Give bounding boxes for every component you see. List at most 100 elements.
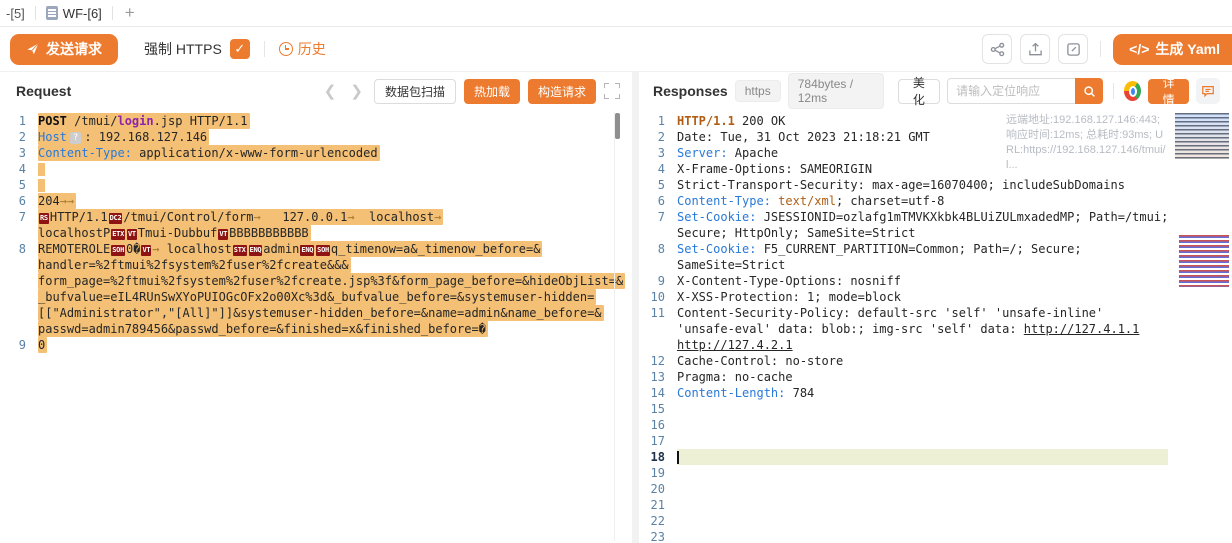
next-request-button[interactable]: ❯ (347, 84, 366, 99)
request-line[interactable]: 3Content-Type: application/x-www-form-ur… (0, 145, 632, 161)
details-button[interactable]: 详情 (1148, 79, 1189, 104)
response-line[interactable]: 9X-Content-Type-Options: nosniff (639, 273, 1168, 289)
request-line[interactable]: 6204→→ (0, 193, 632, 209)
response-line[interactable]: 15 (639, 401, 1168, 417)
control-char-badge: VT (141, 245, 151, 256)
tab-previous[interactable]: -[5] (0, 6, 35, 21)
search-box (947, 78, 1103, 104)
code-token: 127.0.0.1 (261, 210, 348, 224)
code-text: RSHTTP/1.1DC2/tmui/Control/form→ 127.0.0… (38, 209, 632, 225)
line-number: 3 (0, 145, 38, 161)
line-number: 7 (639, 209, 677, 225)
request-line[interactable]: 7RSHTTP/1.1DC2/tmui/Control/form→ 127.0.… (0, 209, 632, 225)
response-line[interactable]: 17 (639, 433, 1168, 449)
code-token: X-Content-Type-Options: nosniff (677, 274, 901, 288)
request-line[interactable]: passwd=admin789456&passwd_before=&finish… (0, 321, 632, 337)
code-text: 204→→ (38, 193, 632, 209)
panel-splitter[interactable] (632, 72, 639, 543)
force-https-checkbox[interactable]: ✓ (230, 39, 250, 59)
request-scrollbar-thumb[interactable] (615, 113, 620, 139)
control-char-badge: ETX (111, 229, 125, 240)
minimap[interactable] (1173, 110, 1231, 543)
history-button[interactable]: 历史 (279, 39, 326, 59)
response-line[interactable]: 16 (639, 417, 1168, 433)
response-line[interactable]: 8Set-Cookie: F5_CURRENT_PARTITION=Common… (639, 241, 1168, 257)
send-request-button[interactable]: 发送请求 (10, 34, 118, 65)
request-line[interactable]: 4 (0, 161, 632, 177)
generate-yaml-button[interactable]: </> 生成 Yaml (1113, 34, 1232, 65)
request-header: Request ❮ ❯ 数据包扫描 热加载 构造请求 (0, 72, 632, 110)
hot-reload-button[interactable]: 热加载 (464, 79, 520, 104)
request-line[interactable]: 5 (0, 177, 632, 193)
response-meta-info: 远端地址:192.168.127.146:443; 响应时间:12ms; 总耗时… (1006, 113, 1166, 173)
response-line[interactable]: 6Content-Type: text/xml; charset=utf-8 (639, 193, 1168, 209)
request-line[interactable]: form_page=%2ftmui%2fsystem%2fuser%2fcrea… (0, 273, 632, 289)
code-text: passwd=admin789456&passwd_before=&finish… (38, 321, 632, 337)
search-input[interactable] (947, 78, 1075, 104)
response-header: Responses https 784bytes / 12ms 美化 详情 (639, 72, 1232, 110)
line-number: 15 (639, 401, 677, 417)
response-line[interactable]: 13Pragma: no-cache (639, 369, 1168, 385)
control-char-badge: SOH (111, 245, 125, 256)
request-line[interactable]: localhostPETXVTTmui-DubbufVTBBBBBBBBBBB (0, 225, 632, 241)
response-line[interactable]: 22 (639, 513, 1168, 529)
code-text: 'unsafe-eval' data: blob:; img-src 'self… (677, 321, 1168, 337)
new-tab-button[interactable]: + (113, 3, 147, 23)
code-token: text/xml (778, 194, 836, 208)
response-line[interactable]: 7Set-Cookie: JSESSIONID=ozlafg1mTMVKXkbk… (639, 209, 1168, 225)
tab-active-wf6[interactable]: WF-[6] (36, 6, 112, 21)
request-line[interactable]: handler=%2ftmui%2fsystem%2fuser%2fcreate… (0, 257, 632, 273)
code-token: q_timenow=a&_timenow_before=& (331, 242, 541, 256)
line-number: 1 (639, 113, 677, 129)
prev-request-button[interactable]: ❮ (321, 84, 340, 99)
response-line[interactable]: SameSite=Strict (639, 257, 1168, 273)
history-label: 历史 (298, 39, 326, 59)
export-button[interactable] (1020, 34, 1050, 64)
response-line[interactable]: 20 (639, 481, 1168, 497)
comment-button[interactable] (1196, 78, 1220, 104)
response-editor[interactable]: 1HTTP/1.1 200 OK2Date: Tue, 31 Oct 2023 … (639, 110, 1232, 543)
response-panel: Responses https 784bytes / 12ms 美化 详情 (639, 72, 1232, 543)
request-line[interactable]: 8REMOTEROLESOH0�VT→ localhostSTXENQadmin… (0, 241, 632, 257)
response-line[interactable]: 11Content-Security-Policy: default-src '… (639, 305, 1168, 321)
request-editor[interactable]: 1POST /tmui/login.jsp HTTP/1.12Host?: 19… (0, 110, 632, 543)
response-line[interactable]: 23 (639, 529, 1168, 543)
fullscreen-icon[interactable] (604, 83, 620, 99)
request-scrollbar-track[interactable] (614, 112, 619, 541)
request-line[interactable]: 1POST /tmui/login.jsp HTTP/1.1 (0, 113, 632, 129)
construct-request-button[interactable]: 构造请求 (528, 79, 596, 104)
code-token: Server: (677, 146, 728, 160)
share-button[interactable] (982, 34, 1012, 64)
response-line[interactable]: 21 (639, 497, 1168, 513)
line-number (0, 305, 38, 321)
code-token: 204 (38, 194, 60, 208)
search-icon (1083, 85, 1096, 98)
request-line[interactable]: 90 (0, 337, 632, 353)
response-line[interactable]: http://127.4.2.1 (639, 337, 1168, 353)
response-line[interactable]: 5Strict-Transport-Security: max-age=1607… (639, 177, 1168, 193)
line-number (639, 257, 677, 273)
code-text: Set-Cookie: F5_CURRENT_PARTITION=Common;… (677, 241, 1168, 257)
response-line[interactable]: 'unsafe-eval' data: blob:; img-src 'self… (639, 321, 1168, 337)
request-line[interactable]: _bufvalue=eIL4RUnSwXYoPUIOGcOFx2o00Xc%3d… (0, 289, 632, 305)
edit-import-button[interactable] (1058, 34, 1088, 64)
line-number: 5 (0, 177, 38, 193)
open-in-chrome-icon[interactable] (1124, 81, 1141, 101)
request-line[interactable]: 2Host?: 192.168.127.146 (0, 129, 632, 145)
request-line[interactable]: [["Administrator","[All]"]]&systemuser-h… (0, 305, 632, 321)
search-button[interactable] (1075, 78, 1103, 104)
line-number (0, 289, 38, 305)
packet-scan-button[interactable]: 数据包扫描 (374, 79, 456, 104)
response-line[interactable]: 14Content-Length: 784 (639, 385, 1168, 401)
response-line[interactable]: 18 (639, 449, 1168, 465)
code-text: Pragma: no-cache (677, 369, 1168, 385)
response-line[interactable]: 10X-XSS-Protection: 1; mode=block (639, 289, 1168, 305)
send-icon (26, 42, 40, 56)
response-line[interactable]: Secure; HttpOnly; SameSite=Strict (639, 225, 1168, 241)
generate-yaml-label: 生成 Yaml (1155, 39, 1220, 59)
response-line[interactable]: 19 (639, 465, 1168, 481)
line-number: 11 (639, 305, 677, 321)
code-text: http://127.4.2.1 (677, 337, 1168, 353)
beautify-button[interactable]: 美化 (898, 79, 941, 104)
response-line[interactable]: 12Cache-Control: no-store (639, 353, 1168, 369)
